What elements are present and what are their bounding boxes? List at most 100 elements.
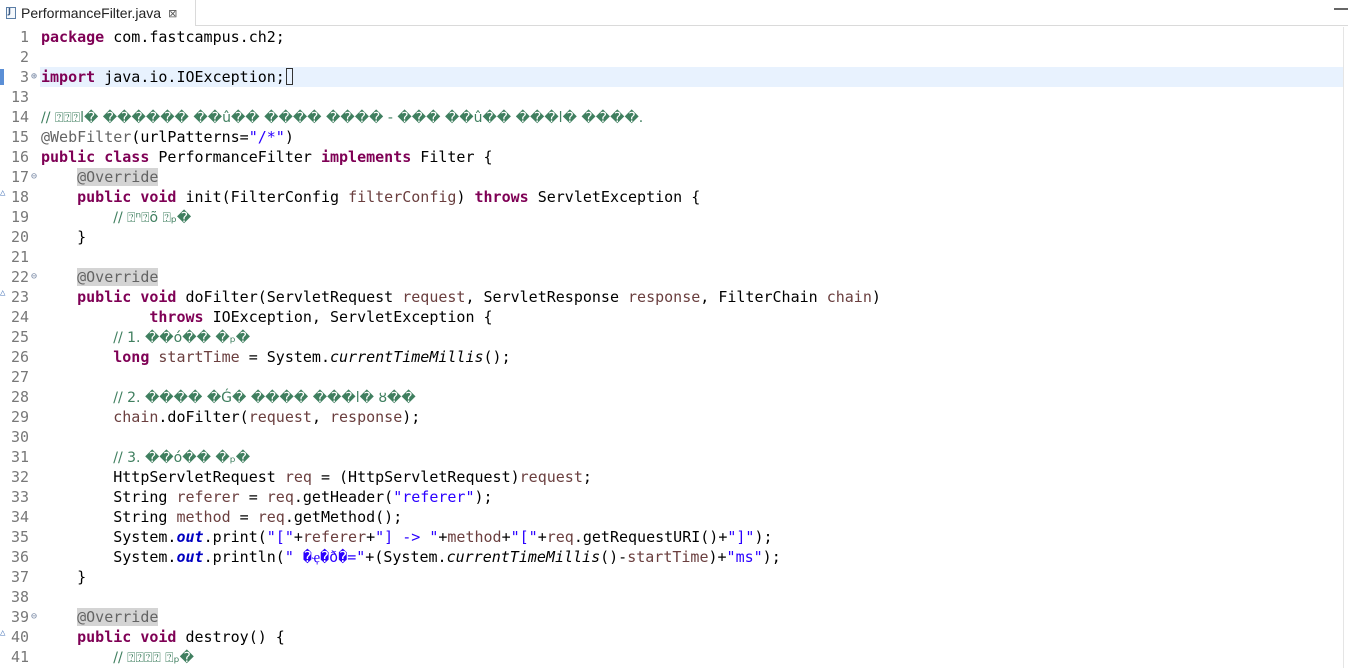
editor-window: J PerformanceFilter.java ⊠ 1 package com… bbox=[0, 0, 1348, 668]
code-text: .getHeader( bbox=[293, 488, 394, 506]
parameter: chain bbox=[113, 408, 159, 426]
line-number: 29 bbox=[10, 408, 29, 426]
line-number: 14 bbox=[10, 108, 29, 126]
vertical-scrollbar[interactable] bbox=[1343, 27, 1348, 668]
java-file-icon: J bbox=[6, 7, 16, 19]
line-number: 25 bbox=[10, 328, 29, 346]
code-text: doFilter(ServletRequest bbox=[176, 288, 403, 306]
parameter: request bbox=[519, 468, 583, 486]
line-number: 38 bbox=[10, 588, 29, 606]
local-variable: referer bbox=[302, 528, 367, 546]
annotation: @Override bbox=[77, 608, 159, 626]
line-number: 36 bbox=[10, 548, 29, 566]
code-text: ) bbox=[871, 288, 881, 306]
code-text: = bbox=[239, 488, 267, 506]
fold-collapse-icon[interactable]: ⊖ bbox=[29, 167, 39, 187]
code-text: .getMethod(); bbox=[284, 508, 403, 526]
text-cursor bbox=[285, 68, 293, 85]
line-number: 27 bbox=[10, 368, 29, 386]
code-line: 29 chain.doFilter(request, response); bbox=[0, 407, 1340, 427]
code-text: Filter { bbox=[411, 148, 493, 166]
comment: // ⍰⍰⍰⍰ ⍰ₚ� bbox=[113, 650, 194, 666]
code-line: 30 bbox=[0, 427, 1340, 447]
code-text: +(System. bbox=[365, 548, 447, 566]
code-text: .print( bbox=[203, 528, 267, 546]
code-text: } bbox=[77, 568, 87, 586]
string-literal: "[" bbox=[510, 528, 538, 546]
code-line: 25 // 1. ��ó�� �ₚ� bbox=[0, 327, 1340, 347]
line-number: 17 bbox=[10, 168, 29, 186]
code-line: 33 String referer = req.getHeader("refer… bbox=[0, 487, 1340, 507]
minimize-icon[interactable] bbox=[1334, 6, 1348, 10]
keyword: class bbox=[104, 148, 150, 166]
code-text: + bbox=[366, 528, 376, 546]
fold-expand-icon[interactable]: ⊕ bbox=[29, 67, 39, 87]
code-line: 17 ⊖ @Override bbox=[0, 167, 1340, 187]
code-text: System. bbox=[113, 548, 177, 566]
editor-tab-bar: J PerformanceFilter.java ⊠ bbox=[0, 0, 1348, 26]
code-editor[interactable]: 1 package com.fastcampus.ch2; 2 3 ⊕ impo… bbox=[0, 27, 1348, 668]
code-line: 31 // 3. ��ó�� �ₚ� bbox=[0, 447, 1340, 467]
code-text: java.io.IOException; bbox=[95, 68, 285, 86]
code-text: System. bbox=[113, 528, 177, 546]
code-line: 32 HttpServletRequest req = (HttpServlet… bbox=[0, 467, 1340, 487]
line-number: 33 bbox=[10, 488, 29, 506]
code-text: ) bbox=[456, 188, 475, 206]
code-text: String bbox=[113, 508, 177, 526]
line-number: 1 bbox=[19, 28, 29, 46]
code-line: 16 public class PerformanceFilter implem… bbox=[0, 147, 1340, 167]
code-line: 13 bbox=[0, 87, 1340, 107]
string-literal: "[" bbox=[266, 528, 294, 546]
line-number: 19 bbox=[10, 208, 29, 226]
code-text: ); bbox=[754, 528, 773, 546]
code-text: + bbox=[501, 528, 511, 546]
code-text: ); bbox=[474, 488, 493, 506]
parameter: filterConfig bbox=[348, 188, 457, 206]
fold-collapse-icon[interactable]: ⊖ bbox=[29, 267, 39, 287]
fold-collapse-icon[interactable]: ⊖ bbox=[29, 607, 39, 627]
code-line: 20 } bbox=[0, 227, 1340, 247]
parameter: request bbox=[402, 288, 466, 306]
code-text: ); bbox=[402, 408, 421, 426]
code-line: 27 bbox=[0, 367, 1340, 387]
line-number: 39 bbox=[10, 608, 29, 626]
code-line: 22 ⊖ @Override bbox=[0, 267, 1340, 287]
code-line: 35 System.out.print("["+referer+"] -> "+… bbox=[0, 527, 1340, 547]
local-variable: req bbox=[266, 488, 294, 506]
keyword: public bbox=[77, 288, 132, 306]
code-line: 1 package com.fastcampus.ch2; bbox=[0, 27, 1340, 47]
keyword: long bbox=[113, 348, 150, 366]
string-literal: "ms" bbox=[726, 548, 763, 566]
keyword: void bbox=[140, 188, 177, 206]
line-number: 26 bbox=[10, 348, 29, 366]
line-number: 37 bbox=[10, 568, 29, 586]
parameter: chain bbox=[826, 288, 872, 306]
code-text: )+ bbox=[708, 548, 727, 566]
keyword: import bbox=[41, 68, 96, 86]
annotation: @Override bbox=[77, 268, 159, 286]
code-line-current: 3 ⊕ import java.io.IOException; bbox=[0, 67, 1340, 87]
code-text: , FilterChain bbox=[700, 288, 827, 306]
code-line: 28 // 2. ���� �Ǵ� ���� ���l� ȣ�� bbox=[0, 387, 1340, 407]
local-variable: req bbox=[546, 528, 574, 546]
close-icon[interactable]: ⊠ bbox=[168, 7, 177, 20]
keyword: void bbox=[140, 288, 177, 306]
code-text: ); bbox=[762, 548, 781, 566]
code-text: , bbox=[311, 408, 330, 426]
tab-performance-filter[interactable]: J PerformanceFilter.java ⊠ bbox=[0, 0, 196, 26]
line-number: 23 bbox=[10, 288, 29, 306]
comment: // 2. ���� �Ǵ� ���� ���l� ȣ�� bbox=[113, 390, 416, 406]
code-text: } bbox=[77, 228, 87, 246]
local-variable: req bbox=[284, 468, 312, 486]
static-method: currentTimeMillis bbox=[330, 348, 484, 366]
code-text: ) bbox=[284, 128, 294, 146]
keyword: void bbox=[140, 628, 177, 646]
local-variable: method bbox=[176, 508, 231, 526]
code-text: init(FilterConfig bbox=[176, 188, 349, 206]
line-number: 41 bbox=[10, 648, 29, 666]
keyword: public bbox=[77, 628, 132, 646]
string-literal: "/*" bbox=[248, 128, 285, 146]
string-literal: "referer" bbox=[393, 488, 475, 506]
line-number: 3 bbox=[19, 68, 29, 86]
static-method: currentTimeMillis bbox=[446, 548, 601, 566]
